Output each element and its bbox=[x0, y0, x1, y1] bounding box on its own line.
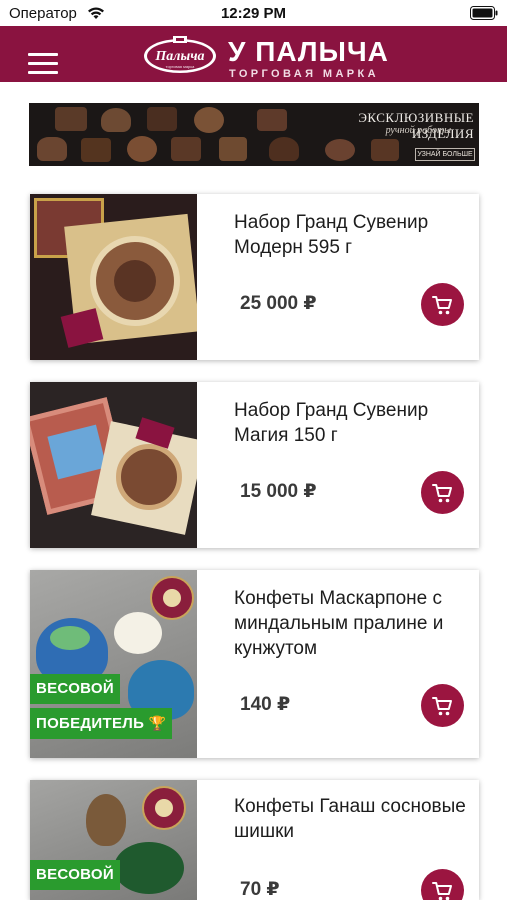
product-price: 25 000 ₽ bbox=[240, 293, 317, 314]
promo-banner[interactable]: ЭКСКЛЮЗИВНЫЕ ИЗДЕЛИЯ ручной работы УЗНАЙ… bbox=[29, 103, 479, 166]
status-bar: Оператор 12:29 PM bbox=[0, 0, 507, 26]
add-to-cart-button[interactable] bbox=[421, 471, 464, 514]
add-to-cart-button[interactable] bbox=[421, 283, 464, 326]
cart-icon bbox=[432, 882, 452, 900]
brand-title: У ПАЛЫЧА bbox=[228, 36, 389, 67]
award-seal bbox=[142, 786, 186, 830]
cart-icon bbox=[432, 697, 452, 716]
weight-badge: ВЕСОВОЙ bbox=[30, 860, 120, 890]
product-image[interactable]: ВЕСОВОЙ bbox=[30, 780, 197, 900]
menu-icon[interactable] bbox=[28, 53, 58, 75]
product-price: 140 ₽ bbox=[240, 694, 291, 715]
winner-badge: ПОБЕДИТЕЛЬ 🏆 bbox=[30, 708, 173, 739]
cart-icon bbox=[432, 296, 452, 315]
product-card[interactable]: Набор Гранд Сувенир Модерн 595 г 25 000 … bbox=[30, 194, 479, 360]
product-card[interactable]: ВЕСОВОЙ Конфеты Ганаш сосновые шишки 70 … bbox=[30, 780, 479, 900]
promo-learn-more-button[interactable]: УЗНАЙ БОЛЬШЕ bbox=[415, 148, 475, 161]
product-image[interactable] bbox=[30, 382, 197, 548]
brand-subtitle: ТОРГОВАЯ МАРКА bbox=[229, 68, 379, 80]
app-header: Палыча торговая марка У ПАЛЫЧА ТОРГОВАЯ … bbox=[0, 26, 507, 82]
status-time: 12:29 PM bbox=[220, 5, 287, 22]
product-card[interactable]: ВЕСОВОЙ ПОБЕДИТЕЛЬ 🏆 Конфеты Маскарпоне … bbox=[30, 570, 479, 758]
add-to-cart-button[interactable] bbox=[421, 869, 464, 900]
product-image[interactable]: ВЕСОВОЙ ПОБЕДИТЕЛЬ 🏆 bbox=[30, 570, 197, 758]
award-seal bbox=[150, 576, 194, 620]
promo-subtitle: ручной работы bbox=[385, 125, 451, 136]
product-name[interactable]: Конфеты Ганаш сосновые шишки bbox=[234, 794, 470, 844]
svg-text:торговая марка: торговая марка bbox=[166, 64, 195, 69]
product-name[interactable]: Конфеты Маскарпоне с миндальным пралине … bbox=[234, 586, 470, 661]
trophy-icon: 🏆 bbox=[148, 715, 167, 731]
add-to-cart-button[interactable] bbox=[421, 684, 464, 727]
cart-icon bbox=[432, 484, 452, 503]
product-price: 15 000 ₽ bbox=[240, 481, 317, 502]
product-card[interactable]: Набор Гранд Сувенир Магия 150 г 15 000 ₽ bbox=[30, 382, 479, 548]
battery-icon bbox=[470, 6, 498, 20]
svg-text:Палыча: Палыча bbox=[154, 49, 204, 64]
brand-logo[interactable]: Палыча торговая марка bbox=[142, 35, 218, 75]
winner-badge-label: ПОБЕДИТЕЛЬ bbox=[36, 715, 145, 732]
product-image[interactable] bbox=[30, 194, 197, 360]
weight-badge: ВЕСОВОЙ bbox=[30, 674, 120, 704]
product-name[interactable]: Набор Гранд Сувенир Модерн 595 г bbox=[234, 210, 470, 260]
product-price: 70 ₽ bbox=[240, 879, 280, 900]
product-name[interactable]: Набор Гранд Сувенир Магия 150 г bbox=[234, 398, 470, 448]
